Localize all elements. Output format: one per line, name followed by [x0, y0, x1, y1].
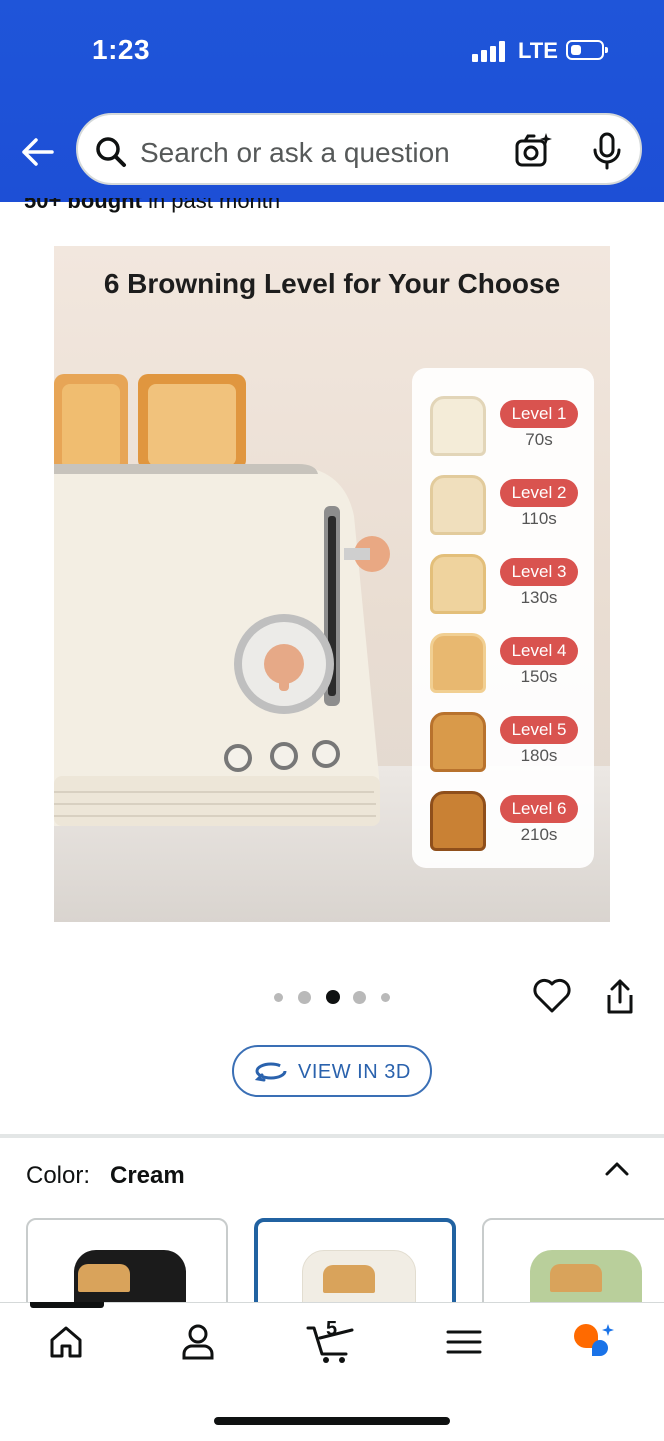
- account-icon[interactable]: [176, 1320, 220, 1364]
- carousel-dot[interactable]: [381, 993, 390, 1002]
- rufus-assistant-icon[interactable]: [570, 1320, 618, 1364]
- level-row-4: Level 4 150s: [412, 629, 594, 701]
- toast-icon: [430, 475, 486, 535]
- toast-thumb: [550, 1264, 602, 1292]
- level-badge: Level 4: [500, 637, 578, 665]
- carousel-dot[interactable]: [298, 991, 311, 1004]
- level-badge: Level 5: [500, 716, 578, 744]
- view-in-3d-label: VIEW IN 3D: [298, 1061, 411, 1083]
- share-icon[interactable]: [604, 978, 636, 1016]
- toast-icon: [430, 633, 486, 693]
- toaster-illustration: [54, 374, 390, 826]
- level-time: 150s: [520, 667, 558, 686]
- toast-thumb: [78, 1264, 130, 1292]
- level-row-6: Level 6 210s: [412, 787, 594, 859]
- level-time: 70s: [525, 430, 553, 449]
- toast-icon: [430, 554, 486, 614]
- product-image[interactable]: 6 Browning Level for Your Choose Level 1…: [54, 246, 610, 922]
- battery-icon: [566, 40, 608, 60]
- level-row-2: Level 2 110s: [412, 471, 594, 543]
- level-badge: Level 1: [500, 400, 578, 428]
- level-badge: Level 6: [500, 795, 578, 823]
- level-row-1: Level 1 70s: [412, 392, 594, 464]
- carousel-dot-active[interactable]: [326, 990, 340, 1004]
- home-indicator: [214, 1417, 450, 1425]
- search-icon: [96, 137, 126, 167]
- search-bar[interactable]: Search or ask a question: [76, 113, 642, 185]
- level-badge: Level 3: [500, 558, 578, 586]
- menu-icon[interactable]: [442, 1320, 486, 1364]
- browning-levels-card: Level 1 70s Level 2 110s Level 3 130s Le…: [412, 368, 594, 868]
- level-time: 110s: [521, 509, 557, 528]
- home-icon[interactable]: [44, 1320, 88, 1364]
- level-row-3: Level 3 130s: [412, 550, 594, 622]
- toast-icon: [430, 396, 486, 456]
- level-badge: Level 2: [500, 479, 578, 507]
- level-row-5: Level 5 180s: [412, 708, 594, 780]
- cart-count-badge: 5: [326, 1318, 338, 1340]
- carousel-dot[interactable]: [353, 991, 366, 1004]
- toast-icon: [430, 791, 486, 851]
- level-time: 130s: [520, 588, 558, 607]
- section-divider: [0, 1134, 664, 1138]
- toast-icon: [430, 712, 486, 772]
- color-value: Cream: [110, 1162, 185, 1189]
- search-input[interactable]: Search or ask a question: [140, 137, 450, 169]
- level-time: 210s: [520, 825, 558, 844]
- rotate-3d-icon: [254, 1062, 287, 1082]
- level-time: 180s: [520, 746, 558, 765]
- heart-icon[interactable]: [532, 978, 572, 1014]
- network-type: LTE: [518, 38, 558, 63]
- chevron-up-icon[interactable]: [604, 1158, 630, 1178]
- cellular-signal-icon: [472, 40, 508, 62]
- image-carousel-dots[interactable]: [272, 990, 402, 1004]
- back-arrow-icon[interactable]: [18, 132, 58, 172]
- color-label: Color:: [26, 1162, 91, 1189]
- image-headline: 6 Browning Level for Your Choose: [103, 268, 561, 299]
- microphone-icon[interactable]: [590, 131, 624, 171]
- app-header: 1:23 LTE Search or ask a question: [0, 0, 664, 202]
- status-time: 1:23: [92, 34, 151, 65]
- toast-thumb: [323, 1265, 375, 1293]
- active-tab-indicator: [30, 1302, 104, 1308]
- carousel-dot[interactable]: [274, 993, 283, 1002]
- view-in-3d-button[interactable]: VIEW IN 3D: [232, 1045, 432, 1097]
- camera-search-icon[interactable]: [514, 131, 554, 171]
